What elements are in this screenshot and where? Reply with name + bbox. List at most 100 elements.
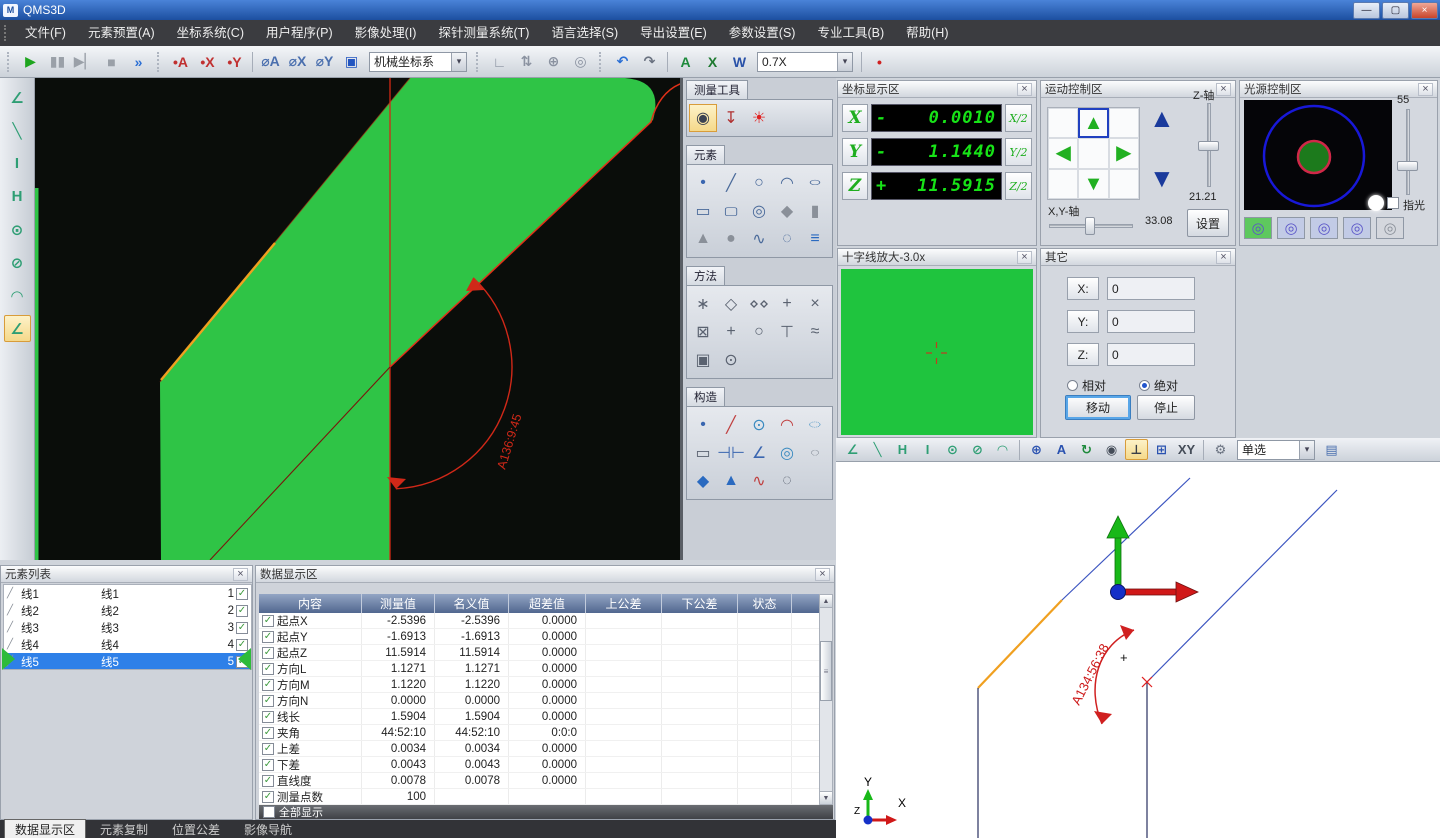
close-icon[interactable]: × bbox=[1216, 251, 1231, 264]
row-checkbox[interactable]: ✓ bbox=[262, 711, 274, 723]
label-text-icon[interactable]: A bbox=[1050, 439, 1073, 460]
table-scrollbar[interactable]: ▲ ≡ ▼ bbox=[819, 594, 833, 805]
zero-y-axis-button[interactable]: •Y bbox=[222, 50, 247, 74]
x-goto-button[interactable]: X: bbox=[1067, 277, 1099, 300]
list-item[interactable]: ╱线3线33✓ bbox=[4, 619, 251, 636]
construct-cone-icon[interactable]: ▲ bbox=[717, 467, 745, 495]
light-mode-5-button[interactable]: ◎ bbox=[1376, 217, 1404, 239]
word-export-button[interactable]: W bbox=[727, 50, 752, 74]
table-row[interactable]: ✓起点Y-1.6913-1.69130.0000 bbox=[259, 629, 819, 645]
chevron-down-icon[interactable]: ▾ bbox=[451, 53, 466, 71]
pick-cross-icon[interactable]: + bbox=[773, 290, 801, 318]
line-measure-icon[interactable]: ╲ bbox=[866, 439, 889, 460]
row-checkbox[interactable]: ✓ bbox=[262, 775, 274, 787]
undo-button[interactable]: ↶ bbox=[610, 50, 635, 74]
element-checkbox[interactable]: ✓ bbox=[236, 605, 248, 617]
circle-slash-tool-icon[interactable]: ⊘ bbox=[4, 249, 31, 276]
maximize-button[interactable]: ▢ bbox=[1382, 2, 1409, 19]
construct-curve-icon[interactable]: ∿ bbox=[745, 467, 773, 495]
z-speed-slider-handle[interactable] bbox=[1198, 141, 1219, 151]
z-axis-button[interactable]: Z bbox=[842, 172, 868, 200]
scroll-up-icon[interactable]: ▲ bbox=[820, 595, 832, 608]
angle-measure-icon[interactable]: ∠ bbox=[841, 439, 864, 460]
x-half-button[interactable]: X/2 bbox=[1005, 104, 1032, 132]
light-mode-3-button[interactable]: ◎ bbox=[1310, 217, 1338, 239]
xy-speed-slider-handle[interactable] bbox=[1085, 217, 1095, 235]
multipoint-icon[interactable]: ∗ bbox=[689, 290, 717, 318]
selection-mode-select[interactable]: 单选▾ bbox=[1237, 440, 1315, 460]
arc-tool-icon[interactable]: ◠ bbox=[4, 282, 31, 309]
cross-method-icon[interactable]: + bbox=[717, 318, 745, 346]
menu-item[interactable]: 文件(F) bbox=[14, 20, 77, 46]
menu-item[interactable]: 坐标系统(C) bbox=[166, 20, 255, 46]
coordinate-system-select[interactable]: 机械坐标系▾ bbox=[369, 52, 467, 72]
xy-view-icon[interactable]: XY bbox=[1175, 439, 1198, 460]
close-icon[interactable]: × bbox=[1017, 251, 1032, 264]
element-checkbox[interactable]: ✓ bbox=[236, 588, 248, 600]
close-button[interactable]: × bbox=[1411, 2, 1438, 19]
redo-button[interactable]: ↷ bbox=[637, 50, 662, 74]
table-row[interactable]: ✓测量点数100 bbox=[259, 789, 819, 805]
close-icon[interactable]: × bbox=[233, 568, 248, 581]
menu-item[interactable]: 专业工具(B) bbox=[806, 20, 895, 46]
pause-button[interactable]: ▮▮ bbox=[45, 50, 70, 74]
pointer-light-checkbox[interactable] bbox=[1387, 197, 1399, 209]
scan-region-icon[interactable]: ⊠ bbox=[689, 318, 717, 346]
close-icon[interactable]: × bbox=[1418, 83, 1433, 96]
circle-icon[interactable]: ○ bbox=[745, 169, 773, 197]
probe-target-button[interactable]: ◎ bbox=[568, 50, 593, 74]
point-icon[interactable]: • bbox=[689, 169, 717, 197]
y-goto-button[interactable]: Y: bbox=[1067, 310, 1099, 333]
row-checkbox[interactable]: ✓ bbox=[262, 615, 274, 627]
table-row[interactable]: ✓上差0.00340.00340.0000 bbox=[259, 741, 819, 757]
construct-slot-icon[interactable]: ◌ bbox=[801, 439, 829, 467]
close-icon[interactable]: × bbox=[815, 568, 830, 581]
absolute-radio[interactable]: 绝对 bbox=[1139, 377, 1178, 394]
axis-shift-button[interactable]: ⇅ bbox=[514, 50, 539, 74]
nav-prev-icon[interactable] bbox=[238, 648, 251, 670]
menu-item[interactable]: 探针测量系统(T) bbox=[427, 20, 540, 46]
camera-tool-icon[interactable]: ◉ bbox=[689, 104, 717, 132]
arc-measure-icon[interactable]: ◠ bbox=[991, 439, 1014, 460]
minimize-button[interactable]: — bbox=[1353, 2, 1380, 19]
jog-left-button[interactable]: ◀ bbox=[1048, 138, 1078, 168]
light-intensity-slider[interactable] bbox=[1406, 109, 1410, 195]
stop-button[interactable]: 停止 bbox=[1137, 395, 1195, 420]
ring-icon[interactable]: ◎ bbox=[745, 197, 773, 225]
tab-4[interactable]: 影像导航 bbox=[234, 820, 302, 838]
table-row[interactable]: ✓夹角44:52:1044:52:100:0:0 bbox=[259, 725, 819, 741]
chevron-down-icon[interactable]: ▾ bbox=[837, 53, 852, 71]
run-button[interactable]: ▶ bbox=[18, 50, 43, 74]
circle-method-icon[interactable]: ○ bbox=[745, 318, 773, 346]
list-item[interactable]: ╱线5线55✓ bbox=[4, 653, 251, 670]
table-row[interactable]: ✓方向N0.00000.00000.0000 bbox=[259, 693, 819, 709]
list-item[interactable]: ╱线1线11✓ bbox=[4, 585, 251, 602]
construct-arc-icon[interactable]: ◠ bbox=[773, 411, 801, 439]
coordinate-axes-icon[interactable]: ⊥ bbox=[1125, 439, 1148, 460]
z-down-button[interactable]: ▼ bbox=[1149, 165, 1175, 191]
save-button[interactable]: ▣ bbox=[339, 50, 364, 74]
probe-tool-icon[interactable]: ↧ bbox=[717, 104, 745, 132]
tab-1[interactable]: 数据显示区 bbox=[4, 819, 86, 838]
report-chart-button[interactable]: A bbox=[673, 50, 698, 74]
show-all-row[interactable]: 全部显示 bbox=[259, 805, 833, 819]
rotate-3d-icon[interactable]: ↻ bbox=[1075, 439, 1098, 460]
curve-icon[interactable]: ∿ bbox=[745, 225, 773, 253]
construct-blob-icon[interactable]: ◌ bbox=[773, 467, 801, 495]
y-axis-button[interactable]: Y bbox=[842, 138, 868, 166]
column-header[interactable]: 测量值 bbox=[362, 594, 435, 613]
gear-icon[interactable]: ⚙ bbox=[1209, 439, 1232, 460]
row-checkbox[interactable]: ✓ bbox=[262, 647, 274, 659]
axis-origin-button[interactable]: ∟ bbox=[487, 50, 512, 74]
jog-up-button[interactable]: ▲ bbox=[1078, 108, 1108, 138]
goto-a-axis-button[interactable]: ⌀A bbox=[258, 50, 283, 74]
row-checkbox[interactable]: ✓ bbox=[262, 727, 274, 739]
z-goto-button[interactable]: Z: bbox=[1067, 343, 1099, 366]
line-icon[interactable]: ╱ bbox=[717, 169, 745, 197]
row-checkbox[interactable]: ✓ bbox=[262, 695, 274, 707]
menu-item[interactable]: 元素预置(A) bbox=[77, 20, 166, 46]
construct-ring-icon[interactable]: ◎ bbox=[773, 439, 801, 467]
row-checkbox[interactable]: ✓ bbox=[262, 791, 274, 803]
circle-slash-measure-icon[interactable]: ⊘ bbox=[966, 439, 989, 460]
laser-pointer-button[interactable]: • bbox=[867, 50, 892, 74]
